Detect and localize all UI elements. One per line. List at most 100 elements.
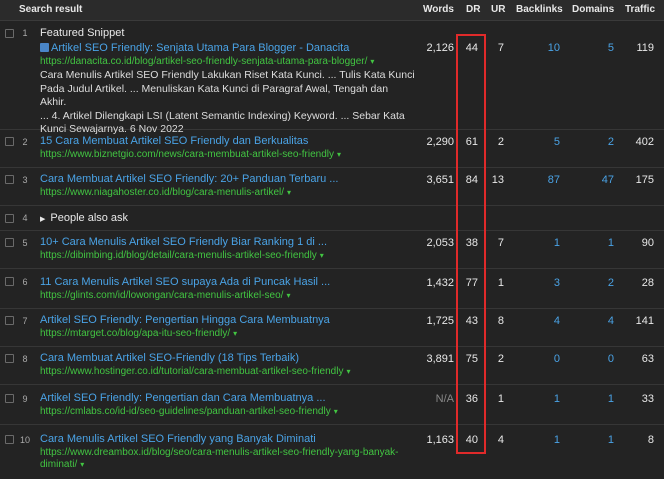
chevron-down-icon[interactable]: ▾ (286, 291, 290, 300)
result-url-link[interactable]: https://www.hostinger.co.id/tutorial/car… (40, 366, 350, 377)
backlinks-value[interactable]: 5 (520, 136, 560, 148)
backlinks-value[interactable]: 3 (520, 277, 560, 289)
domains-value[interactable]: 1 (580, 434, 614, 446)
result-title-link[interactable]: Cara Menulis Artikel SEO Friendly yang B… (40, 433, 316, 445)
result-url-link[interactable]: https://cmlabs.co/id-id/seo-guidelines/p… (40, 406, 338, 417)
result-title-link[interactable]: 10+ Cara Menulis Artikel SEO Friendly Bi… (40, 236, 327, 248)
header-ur[interactable]: UR (491, 4, 505, 15)
people-also-ask-toggle[interactable]: ▶ People also ask (40, 212, 128, 224)
header-dr[interactable]: DR (466, 4, 480, 15)
row-number: 1 (22, 28, 28, 38)
result-url-link[interactable]: https://danacita.co.id/blog/artikel-seo-… (40, 56, 374, 67)
domains-value[interactable]: 0 (580, 353, 614, 365)
result-url-link[interactable]: https://www.niagahoster.co.id/blog/cara-… (40, 187, 291, 198)
chevron-down-icon[interactable]: ▾ (370, 57, 374, 66)
table-row: 5 10+ Cara Menulis Artikel SEO Friendly … (0, 231, 664, 269)
chevron-down-icon[interactable]: ▾ (337, 150, 341, 159)
ur-value: 7 (497, 42, 504, 54)
words-value: N/A (435, 393, 454, 405)
result-url-link-continued[interactable]: diminati/▾ (40, 459, 84, 470)
result-title-link[interactable]: Artikel SEO Friendly: Pengertian Hingga … (40, 314, 330, 326)
backlinks-value[interactable]: 87 (520, 174, 560, 186)
header-words[interactable]: Words (423, 4, 454, 15)
traffic-value: 63 (641, 353, 654, 365)
result-title-link[interactable]: Artikel SEO Friendly: Pengertian dan Car… (40, 392, 326, 404)
backlinks-value[interactable]: 4 (520, 315, 560, 327)
traffic-value: 119 (636, 42, 654, 54)
table-row: 6 11 Cara Menulis Artikel SEO supaya Ada… (0, 269, 664, 309)
backlinks-value[interactable]: 1 (520, 393, 560, 405)
traffic-value: 175 (635, 174, 654, 186)
row-number: 5 (22, 238, 28, 248)
row-number: 10 (19, 435, 30, 445)
row-checkbox[interactable] (5, 277, 14, 286)
row-checkbox[interactable] (5, 316, 14, 325)
header-domains[interactable]: Domains (572, 4, 614, 15)
result-url-link[interactable]: https://www.biznetgio.com/news/cara-memb… (40, 149, 341, 160)
result-title-link[interactable]: Cara Membuat Artikel SEO Friendly: 20+ P… (40, 173, 338, 185)
ur-value: 2 (497, 353, 504, 365)
domains-value[interactable]: 1 (580, 237, 614, 249)
result-url-link[interactable]: https://mtarget.co/blog/apa-itu-seo-frie… (40, 328, 237, 339)
chevron-down-icon[interactable]: ▾ (346, 367, 350, 376)
table-header: Search result Words DR UR Backlinks Doma… (0, 0, 664, 21)
backlinks-value[interactable]: 1 (520, 434, 560, 446)
domains-value[interactable]: 5 (580, 42, 614, 54)
row-checkbox[interactable] (5, 137, 14, 146)
traffic-value: 90 (641, 237, 654, 249)
ur-value: 8 (497, 315, 504, 327)
table-row: 9 Artikel SEO Friendly: Pengertian dan C… (0, 385, 664, 425)
domains-value[interactable]: 2 (580, 136, 614, 148)
header-search-result[interactable]: Search result (19, 4, 82, 15)
chevron-down-icon[interactable]: ▾ (233, 329, 237, 338)
result-url-link[interactable]: https://www.dreambox.id/blog/seo/cara-me… (40, 447, 399, 458)
domains-value[interactable]: 47 (580, 174, 614, 186)
chevron-down-icon[interactable]: ▾ (320, 251, 324, 260)
row-checkbox[interactable] (5, 238, 14, 247)
dr-highlight-box (456, 34, 486, 454)
chevron-down-icon[interactable]: ▾ (80, 460, 84, 469)
table-row: 3 Cara Membuat Artikel SEO Friendly: 20+… (0, 168, 664, 206)
words-value: 3,651 (426, 174, 454, 186)
ur-value: 13 (491, 174, 504, 186)
row-checkbox[interactable] (5, 214, 14, 223)
result-title-link[interactable]: 15 Cara Membuat Artikel SEO Friendly dan… (40, 135, 308, 147)
traffic-value: 402 (635, 136, 654, 148)
domains-value[interactable]: 4 (580, 315, 614, 327)
row-checkbox[interactable] (5, 435, 14, 444)
result-title-link[interactable]: Artikel SEO Friendly: Senjata Utama Para… (40, 42, 349, 54)
ur-value: 2 (497, 136, 504, 148)
row-checkbox[interactable] (5, 29, 14, 38)
row-checkbox[interactable] (5, 394, 14, 403)
result-url-link[interactable]: https://dibimbing.id/blog/detail/cara-me… (40, 250, 324, 261)
words-value: 2,126 (426, 42, 454, 54)
header-traffic[interactable]: Traffic (625, 4, 655, 15)
result-url-link[interactable]: https://glints.com/id/lowongan/cara-menu… (40, 290, 290, 301)
ur-value: 7 (497, 237, 504, 249)
backlinks-value[interactable]: 0 (520, 353, 560, 365)
traffic-value: 33 (641, 393, 654, 405)
words-value: 1,163 (426, 434, 454, 446)
row-checkbox[interactable] (5, 175, 14, 184)
table-row: 8 Cara Membuat Artikel SEO-Friendly (18 … (0, 347, 664, 385)
chevron-down-icon[interactable]: ▾ (334, 407, 338, 416)
row-number: 8 (22, 354, 28, 364)
result-title-link[interactable]: Cara Membuat Artikel SEO-Friendly (18 Ti… (40, 352, 299, 364)
domains-value[interactable]: 1 (580, 393, 614, 405)
backlinks-value[interactable]: 1 (520, 237, 560, 249)
result-title-link[interactable]: 11 Cara Menulis Artikel SEO supaya Ada d… (40, 276, 330, 288)
domains-value[interactable]: 2 (580, 277, 614, 289)
image-icon (40, 43, 49, 52)
table-row: 4 ▶ People also ask (0, 206, 664, 231)
ur-value: 1 (497, 277, 504, 289)
caret-right-icon: ▶ (40, 216, 46, 223)
traffic-value: 8 (647, 434, 654, 446)
snippet-text: Cara Menulis Artikel SEO Friendly Lakuka… (40, 69, 415, 135)
row-number: 7 (22, 316, 28, 326)
row-checkbox[interactable] (5, 354, 14, 363)
ur-value: 1 (497, 393, 504, 405)
words-value: 2,290 (426, 136, 454, 148)
chevron-down-icon[interactable]: ▾ (287, 188, 291, 197)
backlinks-value[interactable]: 10 (520, 42, 560, 54)
header-backlinks[interactable]: Backlinks (516, 4, 563, 15)
